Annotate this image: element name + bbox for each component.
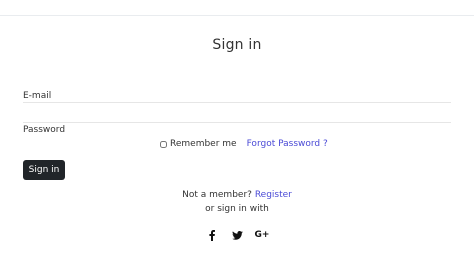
social-buttons: G+ (0, 228, 474, 242)
remember-row: Remember me Forgot Password ? (160, 138, 328, 150)
forgot-password-link[interactable]: Forgot Password ? (247, 139, 328, 149)
page-title: Sign in (212, 37, 262, 53)
twitter-icon[interactable] (231, 228, 243, 242)
sign-in-button[interactable]: Sign in (23, 160, 65, 180)
member-prompt: Not a member? (182, 190, 252, 200)
email-field[interactable] (23, 88, 451, 103)
alt-signin-text: or sign in with (205, 204, 269, 214)
google-plus-label: G+ (254, 230, 270, 240)
remember-me-checkbox[interactable] (160, 140, 167, 148)
remember-me-label[interactable]: Remember me (170, 139, 237, 149)
facebook-icon[interactable] (206, 228, 218, 242)
member-line: Not a member? Register (0, 190, 474, 200)
password-label: Password (23, 125, 66, 135)
top-divider (0, 15, 474, 16)
register-link[interactable]: Register (255, 190, 292, 200)
password-field[interactable] (23, 108, 451, 123)
google-plus-icon[interactable]: G+ (254, 228, 270, 242)
